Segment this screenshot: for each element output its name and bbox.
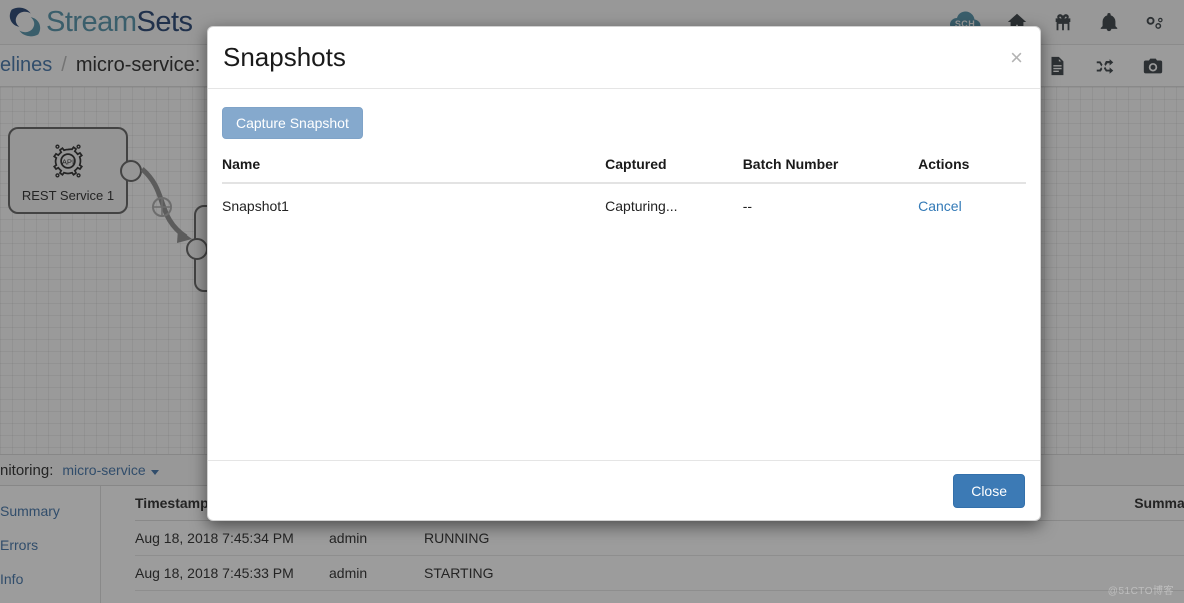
table-row: Snapshot1 Capturing... -- Cancel xyxy=(222,183,1026,224)
cell-captured-status: Capturing... xyxy=(605,198,678,214)
modal-header: Snapshots × xyxy=(208,27,1040,89)
snapshots-modal: Snapshots × Capture Snapshot Name Captur… xyxy=(207,26,1041,521)
snapshots-table: Name Captured Batch Number Actions Snaps… xyxy=(222,156,1026,224)
column-header-captured: Captured xyxy=(605,156,743,184)
modal-title: Snapshots xyxy=(223,42,346,72)
snapshots-header-row: Name Captured Batch Number Actions xyxy=(222,156,1026,184)
close-button[interactable]: Close xyxy=(953,473,1025,508)
column-header-batch-number: Batch Number xyxy=(742,156,919,184)
cell-snapshot-name: Snapshot1 xyxy=(222,198,289,214)
watermark: @51CTO博客 xyxy=(1107,586,1174,597)
column-header-actions: Actions xyxy=(918,156,1026,184)
modal-footer: Close xyxy=(208,460,1040,520)
app-root: StreamSets SCH elines / micro-service: A… xyxy=(0,0,1184,603)
column-header-name: Name xyxy=(222,156,606,184)
capture-snapshot-button[interactable]: Capture Snapshot xyxy=(222,107,363,139)
close-icon[interactable]: × xyxy=(1008,46,1025,69)
cell-batch-number: -- xyxy=(742,198,753,214)
modal-body: Capture Snapshot Name Captured Batch Num… xyxy=(208,89,1040,460)
cancel-snapshot-link[interactable]: Cancel xyxy=(918,198,962,214)
